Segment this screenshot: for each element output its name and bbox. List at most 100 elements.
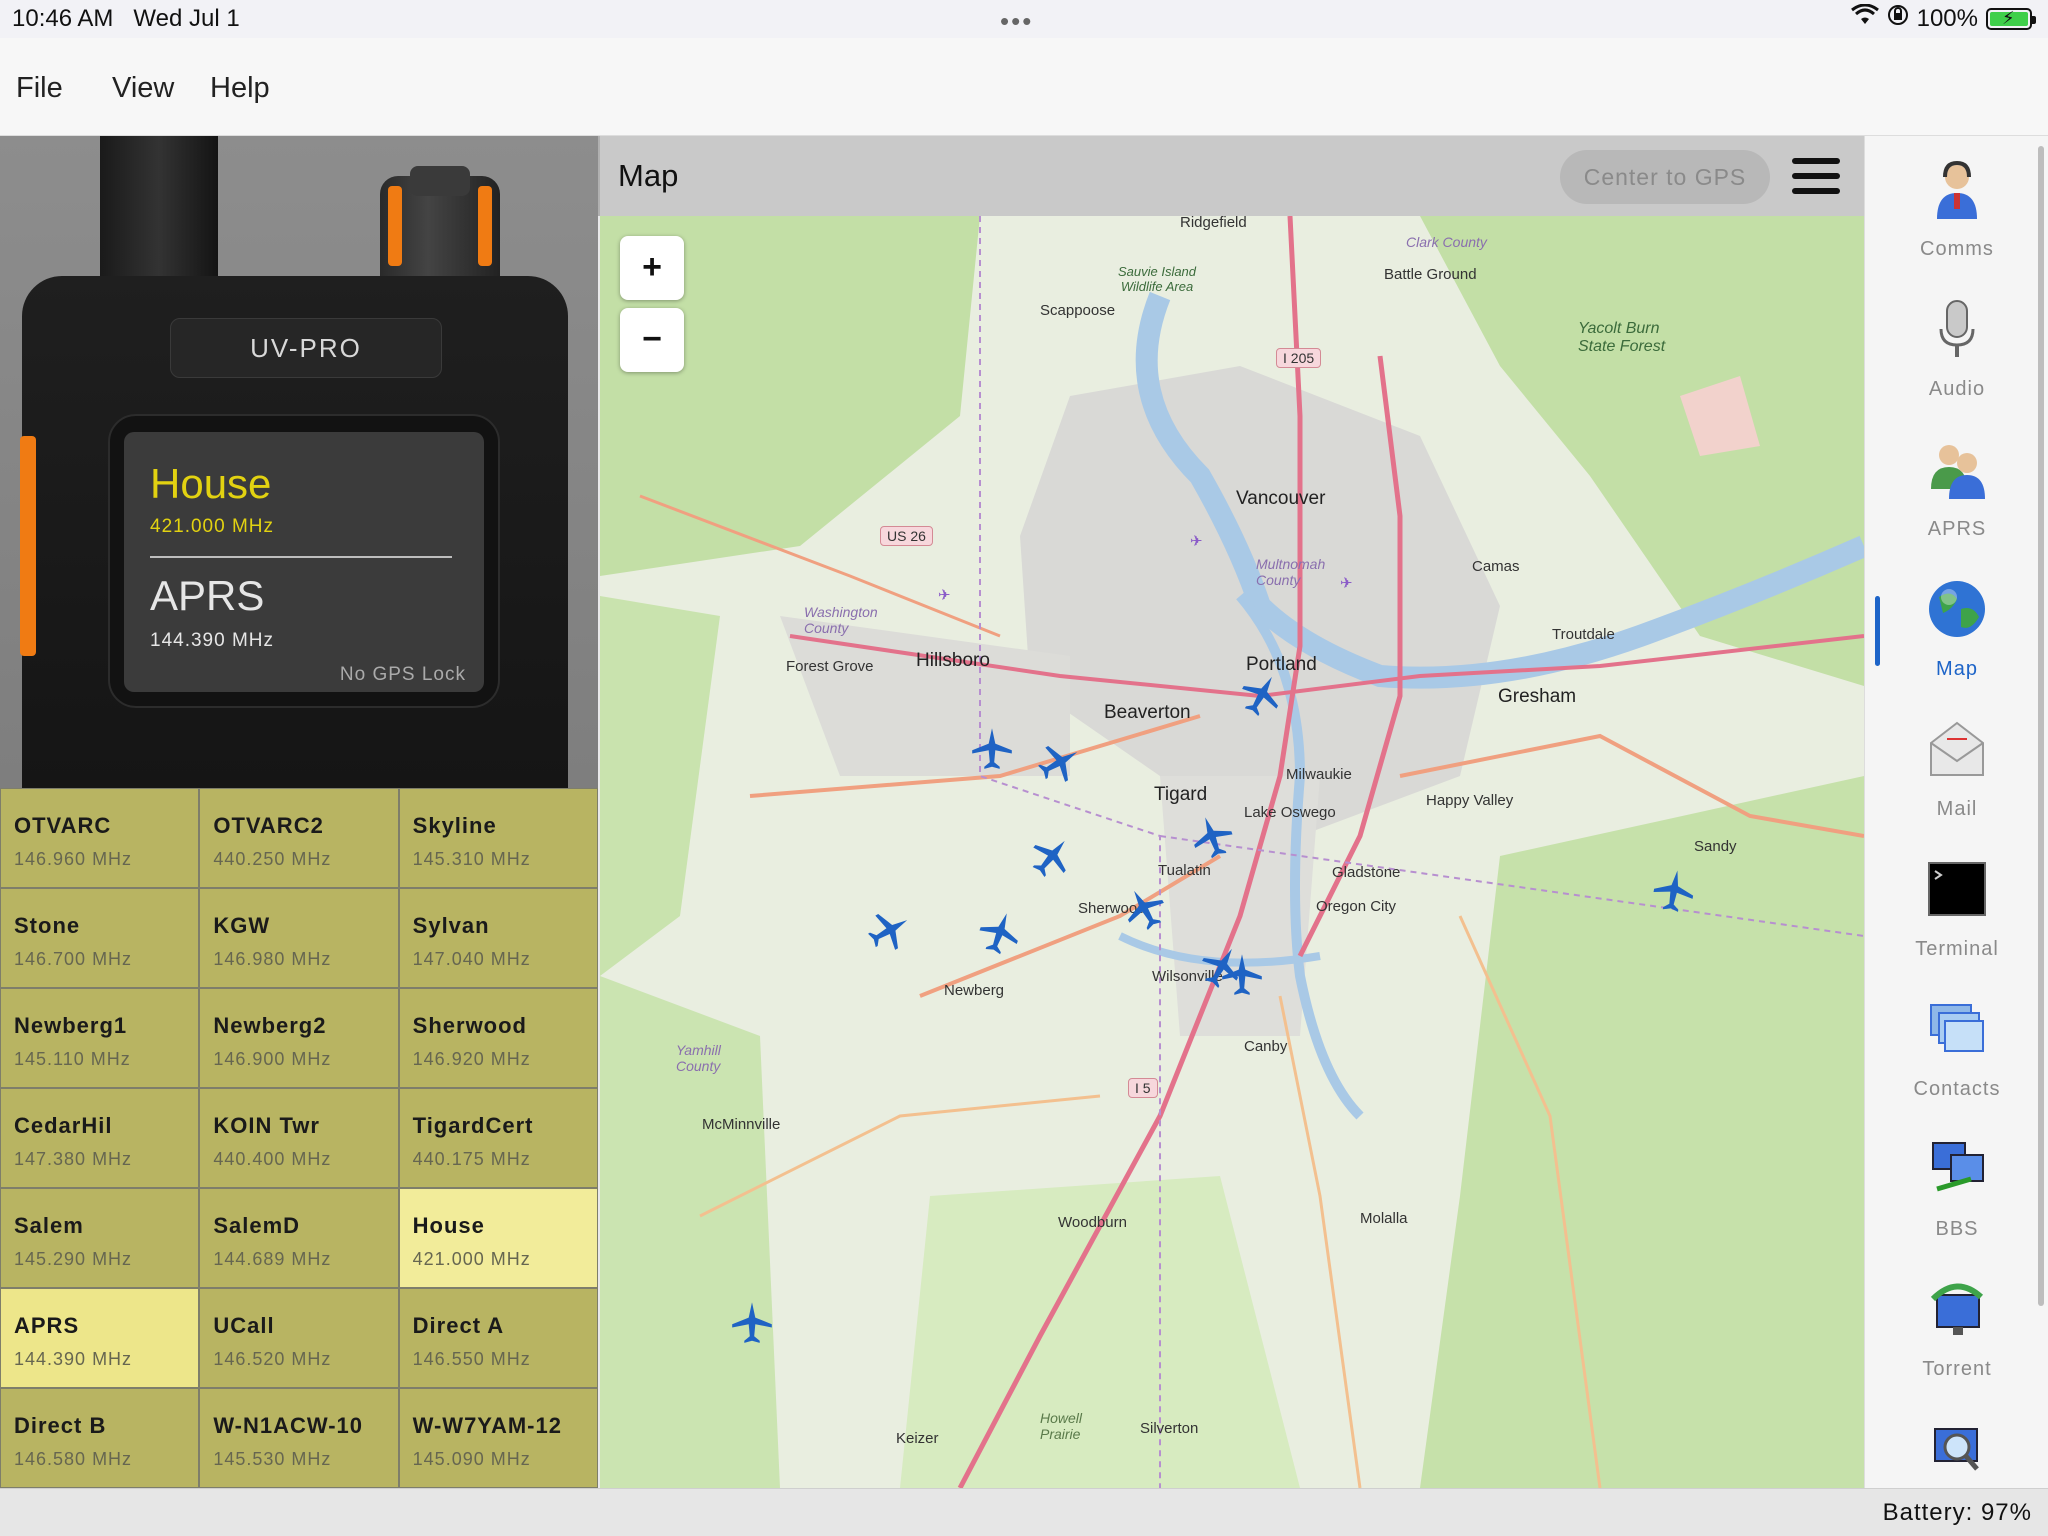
place-label: Tualatin bbox=[1158, 862, 1211, 879]
airport-icon: ✈ bbox=[1190, 533, 1203, 550]
center-to-gps-button[interactable]: Center to GPS bbox=[1560, 150, 1770, 204]
channel-button[interactable]: House 421.000 MHz bbox=[399, 1189, 597, 1287]
channel-frequency: 144.390 MHz bbox=[14, 1349, 133, 1369]
place-label: Lake Oswego bbox=[1244, 804, 1336, 821]
channel-name: Skyline bbox=[412, 813, 497, 838]
app-root: 10:46 AM Wed Jul 1 ••• 100% ⚡ File View … bbox=[0, 0, 2048, 1536]
multitask-dots[interactable]: ••• bbox=[1000, 6, 1033, 37]
status-bar: 10:46 AM Wed Jul 1 ••• 100% ⚡ bbox=[0, 0, 2048, 38]
channel-button[interactable]: OTVARC 146.960 MHz bbox=[1, 789, 199, 887]
channel-frequency: 146.980 MHz bbox=[213, 949, 332, 969]
sidebar-item-comms[interactable]: Comms bbox=[1865, 136, 2048, 276]
highway-shield: US 26 bbox=[880, 526, 933, 546]
channel-frequency: 146.960 MHz bbox=[14, 849, 133, 869]
search-computer-icon[interactable] bbox=[1927, 1418, 1987, 1480]
place-label: Tigard bbox=[1154, 784, 1208, 805]
channel-button[interactable]: UCall 146.520 MHz bbox=[200, 1289, 398, 1387]
sidebar-item-bbs[interactable]: BBS bbox=[1865, 1116, 2048, 1256]
zoom-in-button[interactable]: + bbox=[620, 236, 684, 300]
place-label: Happy Valley bbox=[1426, 792, 1514, 809]
menu-file[interactable]: File bbox=[16, 72, 63, 105]
channel-button[interactable]: Direct A 146.550 MHz bbox=[399, 1289, 597, 1387]
sidebar-item-label: Map bbox=[1936, 658, 1978, 680]
map-view[interactable]: + − Ridgefield Clark County Battle Groun… bbox=[600, 216, 1864, 1488]
channel-button[interactable]: CedarHil 147.380 MHz bbox=[1, 1089, 199, 1187]
battery-status: Battery: 97% bbox=[1882, 1499, 2032, 1526]
channel-frequency: 146.550 MHz bbox=[412, 1349, 531, 1369]
sidebar-item-audio[interactable]: Audio bbox=[1865, 276, 2048, 416]
channel-name: OTVARC bbox=[14, 813, 112, 838]
zoom-out-button[interactable]: − bbox=[620, 308, 684, 372]
channel-button[interactable]: W-N1ACW-10 145.530 MHz bbox=[200, 1389, 398, 1487]
battery-percent: 100% bbox=[1916, 4, 1978, 32]
channel-grid: OTVARC 146.960 MHz OTVARC2 440.250 MHz Skyli… bbox=[0, 788, 598, 1488]
aircraft-icon[interactable] bbox=[730, 1300, 774, 1344]
place-label: McMinnville bbox=[702, 1116, 781, 1133]
channel-button[interactable]: Direct B 146.580 MHz bbox=[1, 1389, 199, 1487]
sidebar-item-label: Contacts bbox=[1913, 1078, 2001, 1100]
channel-button[interactable]: SalemD 144.689 MHz bbox=[200, 1189, 398, 1287]
place-label: Forest Grove bbox=[786, 658, 874, 675]
place-label: Beaverton bbox=[1104, 702, 1191, 723]
channel-button[interactable]: Stone 146.700 MHz bbox=[1, 889, 199, 987]
channel-name: Sherwood bbox=[412, 1013, 527, 1038]
place-label: Howell Prairie bbox=[1040, 1410, 1083, 1442]
airport-icon: ✈ bbox=[1340, 575, 1353, 592]
ptt-button[interactable] bbox=[20, 436, 36, 656]
sidebar-item-contacts[interactable]: Contacts bbox=[1865, 976, 2048, 1116]
channel-name: Salem bbox=[14, 1213, 84, 1238]
channel-button[interactable]: Newberg2 146.900 MHz bbox=[200, 989, 398, 1087]
bbs-icon bbox=[1932, 1142, 1984, 1192]
aircraft-icon[interactable] bbox=[1649, 865, 1700, 916]
sidebar-item-terminal[interactable]: Terminal bbox=[1865, 836, 2048, 976]
highway-shield: I 205 bbox=[1276, 348, 1322, 368]
wifi-icon bbox=[1850, 3, 1879, 33]
vfo-b-name: APRS bbox=[150, 572, 265, 619]
channel-button[interactable]: APRS 144.390 MHz bbox=[1, 1289, 199, 1387]
channel-button[interactable]: Salem 145.290 MHz bbox=[1, 1189, 199, 1287]
channel-name: Newberg1 bbox=[14, 1013, 128, 1038]
place-label: Vancouver bbox=[1236, 488, 1326, 509]
channel-frequency: 144.689 MHz bbox=[213, 1249, 332, 1269]
channel-button[interactable]: KOIN Twr 440.400 MHz bbox=[200, 1089, 398, 1187]
sidebar-item-torrent[interactable]: Torrent bbox=[1865, 1256, 2048, 1396]
channel-name: Direct B bbox=[14, 1413, 107, 1438]
place-label: Oregon City bbox=[1316, 898, 1397, 915]
place-label: Sandy bbox=[1694, 838, 1737, 855]
radio-brand: UV-PRO bbox=[250, 333, 362, 363]
terminal-icon bbox=[1928, 862, 1986, 916]
sidebar-item-mail[interactable]: Mail bbox=[1865, 696, 2048, 836]
channel-button[interactable]: Newberg1 145.110 MHz bbox=[1, 989, 199, 1087]
channel-button[interactable]: Skyline 145.310 MHz bbox=[399, 789, 597, 887]
sidebar-item-aprs[interactable]: APRS bbox=[1865, 416, 2048, 556]
place-label: Gresham bbox=[1498, 686, 1577, 707]
vfo-a-freq: 421.000 MHz bbox=[150, 516, 275, 537]
orientation-lock-icon bbox=[1887, 4, 1909, 33]
channel-button[interactable]: OTVARC2 440.250 MHz bbox=[200, 789, 398, 887]
channel-button[interactable]: Sylvan 147.040 MHz bbox=[399, 889, 597, 987]
sidebar-item-map[interactable]: Map bbox=[1865, 556, 2048, 696]
menu-view[interactable]: View bbox=[112, 72, 174, 105]
sidebar-item-label: BBS bbox=[1935, 1218, 1979, 1240]
channel-frequency: 145.290 MHz bbox=[14, 1249, 133, 1269]
channel-button[interactable]: TigardCert 440.175 MHz bbox=[399, 1089, 597, 1187]
channel-frequency: 146.920 MHz bbox=[412, 1049, 531, 1069]
aircraft-icon[interactable] bbox=[970, 726, 1014, 770]
sidebar-item-label: Torrent bbox=[1922, 1358, 1992, 1380]
channel-button[interactable]: Sherwood 146.920 MHz bbox=[399, 989, 597, 1087]
place-label: Yacolt Burn State Forest bbox=[1578, 320, 1666, 355]
place-label: Gladstone bbox=[1332, 864, 1401, 881]
sidebar-item-label: APRS bbox=[1927, 518, 1987, 540]
place-label: Hillsboro bbox=[916, 650, 990, 671]
channel-button[interactable]: KGW 146.980 MHz bbox=[200, 889, 398, 987]
place-label: Troutdale bbox=[1552, 626, 1615, 643]
place-label: Multnomah County bbox=[1256, 556, 1326, 588]
highway-shield: I 5 bbox=[1128, 1078, 1158, 1098]
gps-status: No GPS Lock bbox=[339, 664, 466, 685]
channel-button[interactable]: W-W7YAM-12 145.090 MHz bbox=[399, 1389, 597, 1487]
place-label: Molalla bbox=[1360, 1210, 1408, 1227]
menu-help[interactable]: Help bbox=[210, 72, 270, 105]
hamburger-menu-icon[interactable] bbox=[1792, 158, 1840, 194]
radio-screen[interactable]: House 421.000 MHz APRS 144.390 MHz No GP… bbox=[124, 432, 484, 692]
torrent-icon bbox=[1930, 1283, 1984, 1335]
